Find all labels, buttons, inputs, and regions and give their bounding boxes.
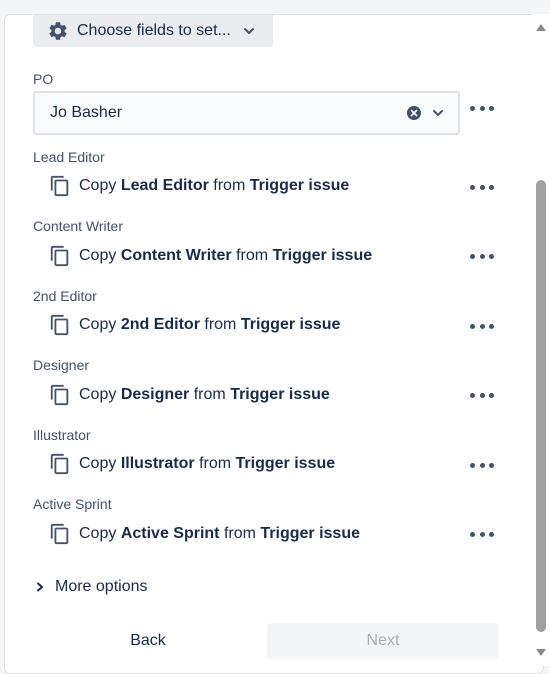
active-sprint-label: Active Sprint — [33, 496, 112, 512]
po-label: PO — [33, 71, 54, 87]
copy-word: Copy — [79, 247, 117, 264]
po-more-icon[interactable] — [470, 102, 494, 114]
copy-word: Copy — [79, 455, 117, 472]
copy-word: Copy — [79, 177, 117, 194]
content-writer-copy-row: Copy Content Writer from Trigger issue — [49, 243, 372, 269]
field-name: Designer — [120, 386, 190, 403]
field-name: Content Writer — [120, 247, 232, 264]
active-sprint-more-icon[interactable] — [470, 528, 494, 540]
copy-icon — [50, 523, 69, 545]
second-editor-label: 2nd Editor — [33, 288, 97, 304]
designer-more-icon[interactable] — [470, 389, 494, 401]
source-name: Trigger issue — [235, 455, 336, 472]
copy-word: Copy — [79, 386, 117, 403]
copy-icon — [50, 245, 69, 267]
source-name: Trigger issue — [240, 316, 341, 333]
po-select[interactable]: Jo Basher — [33, 91, 460, 135]
illustrator-more-icon[interactable] — [470, 459, 494, 471]
scrollbar[interactable] — [532, 14, 550, 666]
source-name: Trigger issue — [249, 177, 350, 194]
designer-label: Designer — [33, 357, 90, 373]
content-writer-label: Content Writer — [33, 218, 123, 234]
from-word: from — [204, 316, 237, 333]
second-editor-more-icon[interactable] — [470, 320, 494, 332]
source-name: Trigger issue — [272, 247, 373, 264]
copy-icon — [50, 175, 69, 197]
copy-word: Copy — [79, 316, 117, 333]
second-editor-copy-row: Copy 2nd Editor from Trigger issue — [49, 312, 340, 338]
po-value: Jo Basher — [50, 104, 123, 121]
choose-fields-label: Choose fields to set... — [77, 22, 231, 39]
scroll-down-icon[interactable] — [535, 648, 547, 658]
field-name: 2nd Editor — [120, 316, 200, 333]
lead-editor-more-icon[interactable] — [470, 181, 494, 193]
from-word: from — [213, 177, 246, 194]
copy-icon — [50, 453, 69, 475]
active-sprint-copy-row: Copy Active Sprint from Trigger issue — [49, 521, 360, 547]
illustrator-label: Illustrator — [33, 427, 91, 443]
lead-editor-copy-row: Copy Lead Editor from Trigger issue — [49, 173, 349, 199]
gear-icon — [49, 22, 67, 40]
from-word: from — [193, 386, 226, 403]
choose-fields-button[interactable]: Choose fields to set... — [33, 15, 273, 47]
illustrator-copy-row: Copy Illustrator from Trigger issue — [49, 451, 335, 477]
field-settings-panel: Choose fields to set... PO Jo Basher Lea… — [4, 14, 544, 674]
scrollbar-thumb[interactable] — [536, 180, 546, 632]
copy-icon — [50, 384, 69, 406]
field-name: Active Sprint — [120, 525, 220, 542]
back-button[interactable]: Back — [33, 623, 263, 659]
content-writer-more-icon[interactable] — [470, 250, 494, 262]
clear-icon[interactable] — [406, 105, 422, 121]
from-word: from — [199, 455, 232, 472]
from-word: from — [236, 247, 269, 264]
chevron-right-icon — [37, 582, 43, 592]
designer-copy-row: Copy Designer from Trigger issue — [49, 382, 330, 408]
next-button[interactable]: Next — [267, 623, 499, 659]
from-word: from — [223, 525, 256, 542]
field-name: Lead Editor — [120, 177, 209, 194]
scroll-up-icon[interactable] — [535, 22, 547, 32]
more-options-toggle[interactable]: More options — [35, 578, 148, 596]
lead-editor-label: Lead Editor — [33, 149, 105, 165]
chevron-down-icon — [243, 28, 254, 34]
copy-word: Copy — [79, 525, 117, 542]
more-options-label: More options — [55, 578, 148, 595]
field-name: Illustrator — [120, 455, 195, 472]
copy-icon — [50, 314, 69, 336]
source-name: Trigger issue — [260, 525, 360, 542]
chevron-down-icon[interactable] — [432, 107, 444, 119]
source-name: Trigger issue — [230, 386, 330, 403]
